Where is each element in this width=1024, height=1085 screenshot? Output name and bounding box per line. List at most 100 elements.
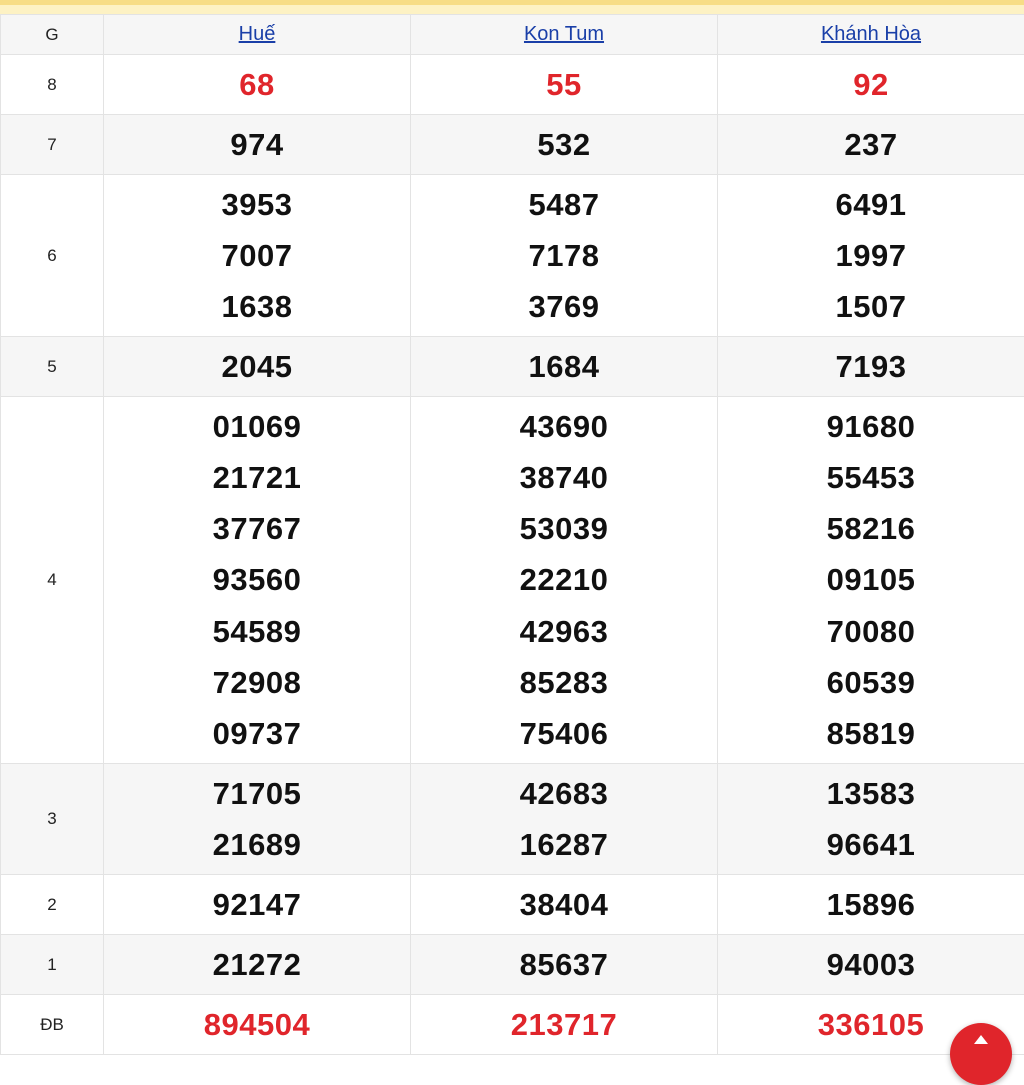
top-banner [0, 0, 1024, 14]
result-number: 96641 [718, 819, 1024, 870]
result-cell: 91680554535821609105700806053985819 [718, 397, 1024, 764]
highlight-number: 894504 [104, 999, 410, 1050]
result-cell: 4268316287 [411, 764, 718, 875]
result-number: 1507 [718, 281, 1024, 332]
result-number: 532 [411, 119, 717, 170]
result-number: 7007 [104, 230, 410, 281]
result-number: 42963 [411, 606, 717, 657]
province-header-khanh-hoa: Khánh Hòa [718, 15, 1024, 55]
result-number: 58216 [718, 503, 1024, 554]
result-cell: 85637 [411, 935, 718, 995]
result-number: 42683 [411, 768, 717, 819]
result-cell: 01069217213776793560545897290809737 [104, 397, 411, 764]
result-number: 3769 [411, 281, 717, 332]
result-number: 85637 [411, 939, 717, 990]
prize-label: ĐB [1, 995, 104, 1055]
result-number: 09737 [104, 708, 410, 759]
result-number: 7193 [718, 341, 1024, 392]
province-header-kon-tum: Kon Tum [411, 15, 718, 55]
result-number: 37767 [104, 503, 410, 554]
result-number: 3953 [104, 179, 410, 230]
result-cell: 92147 [104, 875, 411, 935]
result-cell: 55 [411, 55, 718, 115]
prize-column-header: G [1, 15, 104, 55]
result-cell: 548771783769 [411, 175, 718, 337]
result-cell: 21272 [104, 935, 411, 995]
result-number: 75406 [411, 708, 717, 759]
highlight-number: 213717 [411, 999, 717, 1050]
result-number: 2045 [104, 341, 410, 392]
highlight-number: 92 [718, 59, 1024, 110]
result-cell: 38404 [411, 875, 718, 935]
result-cell: 94003 [718, 935, 1024, 995]
prize-label: 4 [1, 397, 104, 764]
result-number: 01069 [104, 401, 410, 452]
result-number: 16287 [411, 819, 717, 870]
result-cell: 68 [104, 55, 411, 115]
result-number: 70080 [718, 606, 1024, 657]
prize-label: 8 [1, 55, 104, 115]
highlight-number: 68 [104, 59, 410, 110]
province-link-khanh-hoa[interactable]: Khánh Hòa [821, 23, 921, 45]
result-number: 60539 [718, 657, 1024, 708]
result-number: 21272 [104, 939, 410, 990]
result-number: 09105 [718, 554, 1024, 605]
result-number: 1684 [411, 341, 717, 392]
province-link-kon-tum[interactable]: Kon Tum [524, 23, 604, 45]
result-cell: 7170521689 [104, 764, 411, 875]
result-number: 6491 [718, 179, 1024, 230]
result-cell: 2045 [104, 337, 411, 397]
result-cell: 43690387405303922210429638528375406 [411, 397, 718, 764]
prize-row: 7974532237 [1, 115, 1024, 175]
result-cell: 974 [104, 115, 411, 175]
result-cell: 7193 [718, 337, 1024, 397]
result-number: 38404 [411, 879, 717, 930]
prize-label: 5 [1, 337, 104, 397]
result-number: 91680 [718, 401, 1024, 452]
prize-row: ĐB894504213717336105 [1, 995, 1024, 1055]
result-number: 43690 [411, 401, 717, 452]
result-number: 72908 [104, 657, 410, 708]
header-row: G Huế Kon Tum Khánh Hòa [1, 15, 1024, 55]
result-cell: 15896 [718, 875, 1024, 935]
scroll-top-button[interactable] [950, 1023, 1012, 1085]
prize-label: 2 [1, 875, 104, 935]
result-cell: 649119971507 [718, 175, 1024, 337]
prize-row: 1212728563794003 [1, 935, 1024, 995]
prize-row: 3717052168942683162871358396641 [1, 764, 1024, 875]
prize-label: 7 [1, 115, 104, 175]
result-cell: 894504 [104, 995, 411, 1055]
result-number: 22210 [411, 554, 717, 605]
prize-label: 3 [1, 764, 104, 875]
result-number: 71705 [104, 768, 410, 819]
result-number: 15896 [718, 879, 1024, 930]
result-cell: 237 [718, 115, 1024, 175]
result-cell: 213717 [411, 995, 718, 1055]
result-number: 85283 [411, 657, 717, 708]
result-cell: 395370071638 [104, 175, 411, 337]
result-number: 54589 [104, 606, 410, 657]
result-number: 1638 [104, 281, 410, 332]
result-number: 92147 [104, 879, 410, 930]
result-number: 1997 [718, 230, 1024, 281]
province-link-hue[interactable]: Huế [239, 23, 276, 45]
result-number: 55453 [718, 452, 1024, 503]
result-number: 38740 [411, 452, 717, 503]
prize-row: 2921473840415896 [1, 875, 1024, 935]
result-number: 13583 [718, 768, 1024, 819]
result-cell: 532 [411, 115, 718, 175]
prize-row: 6395370071638548771783769649119971507 [1, 175, 1024, 337]
result-number: 94003 [718, 939, 1024, 990]
prize-row: 5204516847193 [1, 337, 1024, 397]
result-cell: 1358396641 [718, 764, 1024, 875]
arrow-up-icon [974, 1035, 988, 1044]
prize-label: 6 [1, 175, 104, 337]
result-cell: 92 [718, 55, 1024, 115]
lottery-results-table: G Huế Kon Tum Khánh Hòa 8685592797453223… [0, 14, 1024, 1055]
top-banner-line [0, 0, 1024, 5]
prize-row: 4010692172137767935605458972908097374369… [1, 397, 1024, 764]
result-number: 53039 [411, 503, 717, 554]
result-number: 93560 [104, 554, 410, 605]
result-number: 85819 [718, 708, 1024, 759]
result-number: 5487 [411, 179, 717, 230]
